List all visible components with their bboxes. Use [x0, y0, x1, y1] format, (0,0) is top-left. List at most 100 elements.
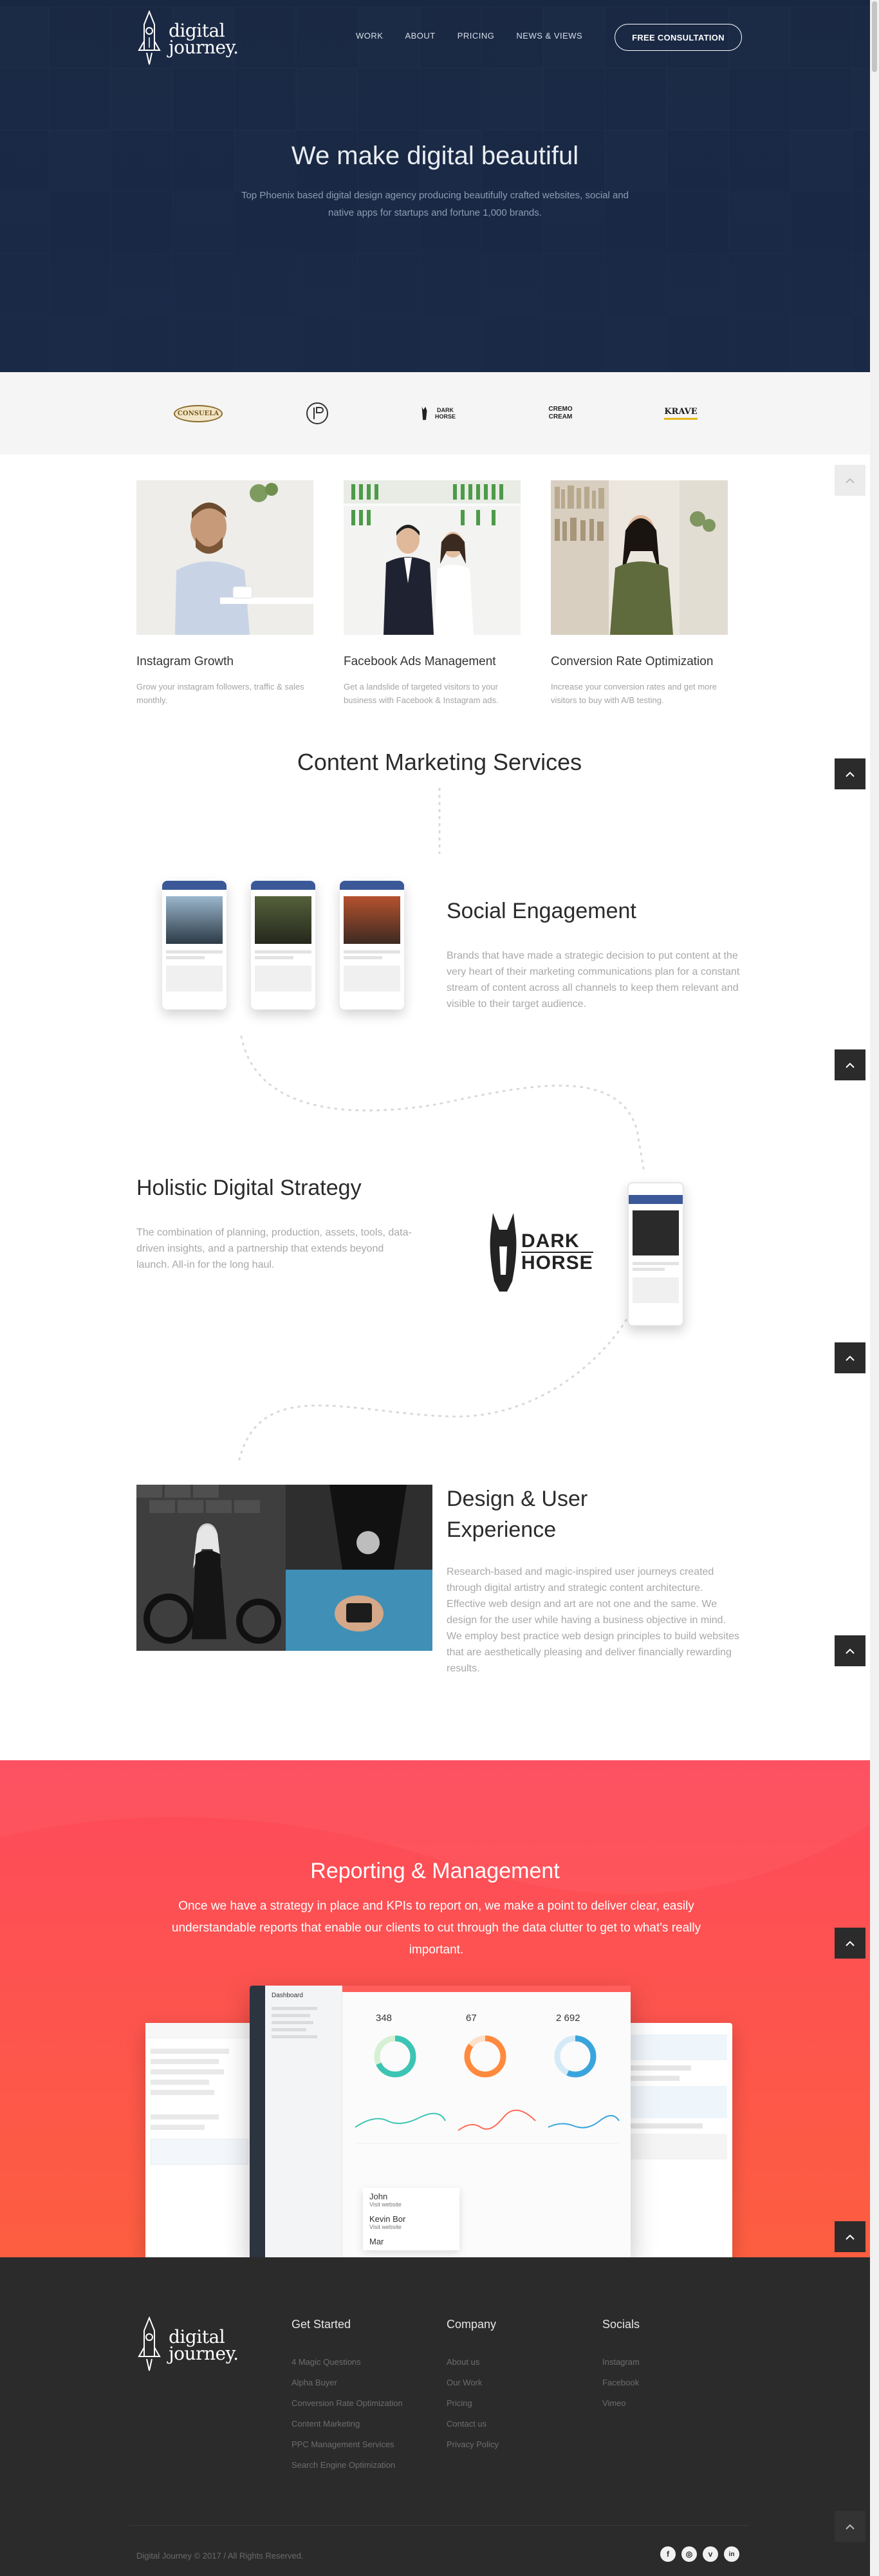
brand-name-line2: journey.	[169, 37, 239, 58]
scroll-top-button-4[interactable]	[835, 1635, 865, 1666]
contact-note-1: Visit website	[369, 2201, 402, 2208]
nav-work[interactable]: WORK	[356, 31, 383, 41]
free-consultation-button[interactable]: FREE CONSULTATION	[615, 24, 742, 51]
chevron-up-icon	[846, 1941, 855, 1946]
two-people-photo	[344, 480, 521, 635]
phone-header-bar	[162, 881, 227, 890]
footer-link-our-work[interactable]: Our Work	[447, 2378, 482, 2387]
design-ux-title-line1: Design & User	[447, 1487, 588, 1511]
motorcycle-collage-photo	[136, 1485, 432, 1651]
contact-line	[151, 2080, 210, 2085]
holistic-strategy-title: Holistic Digital Strategy	[136, 1176, 362, 1200]
chevron-up-icon	[846, 1355, 855, 1361]
scroll-top-button-3[interactable]	[835, 1342, 865, 1373]
phone-mockup-1	[162, 881, 227, 1010]
client-name-dark-horse: DARK HORSE	[435, 407, 456, 420]
footer-link-about[interactable]: About us	[447, 2357, 479, 2367]
contacts-panel-toolbar	[145, 2023, 254, 2038]
chevron-up-icon	[846, 1062, 855, 1068]
messages-panel-top	[616, 2023, 732, 2029]
contact-note-2: Visit website	[369, 2224, 402, 2230]
nav-news-views[interactable]: NEWS & VIEWS	[516, 31, 582, 41]
scroll-top-button-2[interactable]	[835, 1049, 865, 1080]
client-name-consuela: CONSUELA	[173, 404, 223, 422]
scroll-top-button-6[interactable]	[835, 2221, 865, 2252]
scroll-top-button-5[interactable]	[835, 1928, 865, 1959]
footer-link-pricing[interactable]: Pricing	[447, 2398, 472, 2408]
footer-heading-company: Company	[447, 2318, 497, 2331]
holistic-strategy-text: The combination of planning, production,…	[136, 1227, 412, 1270]
client-logo-monogram	[304, 398, 330, 429]
dashboard-sidebar: Dashboard	[265, 1986, 342, 2257]
footer-heading-get-started: Get Started	[291, 2318, 351, 2331]
service-title-conversion-rate: Conversion Rate Optimization	[551, 655, 714, 668]
footer-link-privacy[interactable]: Privacy Policy	[447, 2440, 499, 2449]
service-desc-instagram-growth: Grow your instagram followers, traffic &…	[136, 682, 304, 705]
vimeo-icon[interactable]: v	[703, 2546, 718, 2562]
chevron-up-icon	[846, 478, 855, 484]
scroll-top-button-footer[interactable]	[835, 2511, 865, 2542]
facebook-ads-image	[344, 480, 521, 635]
woman-bookshelf-photo	[551, 480, 728, 635]
phone-post-footer	[166, 966, 223, 992]
footer-link-conversion-rate[interactable]: Conversion Rate Optimization	[291, 2398, 403, 2408]
linkedin-icon[interactable]: in	[724, 2546, 739, 2562]
design-collage-image	[136, 1485, 432, 1651]
footer-link-facebook[interactable]: Facebook	[602, 2378, 639, 2387]
instagram-icon[interactable]: ◎	[681, 2546, 697, 2562]
phone-post-image	[344, 896, 400, 944]
scroll-top-button-1[interactable]	[835, 758, 865, 789]
hero-subtitle: Top Phoenix based digital design agency …	[241, 190, 629, 218]
dashboard-stat-1: 348	[376, 2013, 393, 2024]
scroll-top-button-light[interactable]	[835, 465, 865, 496]
footer-link-ppc[interactable]: PPC Management Services	[291, 2440, 394, 2449]
sidebar-line	[272, 2028, 306, 2031]
facebook-icon[interactable]: f	[660, 2546, 676, 2562]
messages-panel-mockup	[616, 2023, 732, 2257]
phone-post-footer	[344, 966, 400, 992]
nav-about[interactable]: ABOUT	[405, 31, 435, 41]
phone-mockup-4	[627, 1182, 684, 1326]
dashboard-heading: Dashboard	[272, 1992, 303, 1999]
client-name-cremo-cream: CREMO CREAM	[548, 406, 573, 420]
hero-overlay	[0, 0, 870, 372]
footer-link-seo[interactable]: Search Engine Optimization	[291, 2460, 395, 2470]
phone-mockup-2	[251, 881, 315, 1010]
message-bubble	[622, 2035, 727, 2060]
hero-section	[0, 0, 870, 372]
footer-heading-socials: Socials	[602, 2318, 640, 2331]
scrollbar-thumb[interactable]	[872, 1, 877, 72]
social-engagement-text: Brands that have made a strategic decisi…	[447, 950, 740, 1010]
site-logo[interactable]: digital journey.	[136, 10, 239, 68]
phone-post-footer	[255, 966, 311, 992]
service-desc-conversion-rate: Increase your conversion rates and get m…	[551, 682, 717, 705]
footer-link-content-marketing[interactable]: Content Marketing	[291, 2419, 360, 2429]
design-ux-text: Research-based and magic-inspired user j…	[447, 1566, 740, 1674]
footer-link-alpha-buyer[interactable]: Alpha Buyer	[291, 2378, 337, 2387]
site-footer	[0, 2257, 870, 2576]
dashboard-top-bar	[342, 1986, 631, 1992]
phone-text-line	[166, 950, 223, 954]
phone-post-footer	[633, 1277, 679, 1303]
client-logo-consuela: CONSUELA	[173, 398, 223, 429]
man-with-coffee-photo	[136, 480, 313, 635]
chevron-up-icon	[846, 2524, 855, 2530]
phone-header-bar	[340, 881, 404, 890]
social-engagement-title: Social Engagement	[447, 899, 636, 923]
phone-text-line	[344, 956, 382, 959]
footer-link-contact[interactable]: Contact us	[447, 2419, 486, 2429]
phone-post-image	[166, 896, 223, 944]
horse-head-icon	[421, 406, 427, 420]
footer-link-instagram[interactable]: Instagram	[602, 2357, 640, 2367]
conversion-rate-image	[551, 480, 728, 635]
footer-logo[interactable]: digital journey.	[136, 2317, 239, 2374]
page-scrollbar[interactable]	[870, 0, 879, 2576]
chevron-up-icon	[846, 2234, 855, 2240]
phone-text-line	[633, 1268, 665, 1271]
phone-post-image	[633, 1210, 679, 1255]
nav-pricing[interactable]: PRICING	[458, 31, 495, 41]
footer-link-vimeo[interactable]: Vimeo	[602, 2398, 626, 2408]
message-attachment	[622, 2134, 727, 2159]
footer-link-magic-questions[interactable]: 4 Magic Questions	[291, 2357, 361, 2367]
footer-brand-line2: journey.	[169, 2343, 239, 2364]
